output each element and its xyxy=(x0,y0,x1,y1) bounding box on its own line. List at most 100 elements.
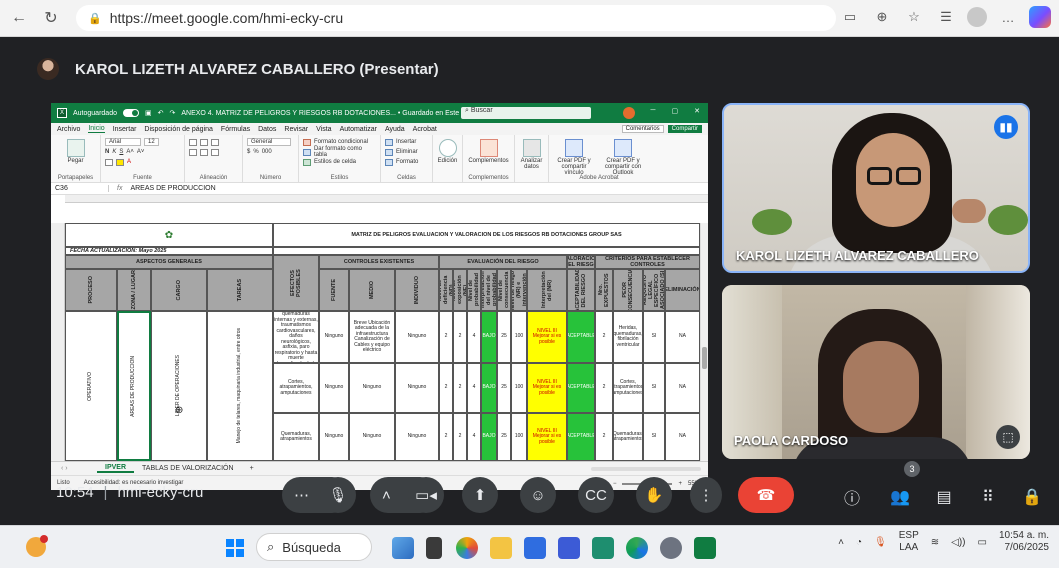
menu-disposicion[interactable]: Disposición de página xyxy=(144,126,213,133)
row2-ne[interactable]: 2 xyxy=(453,363,467,413)
taskbar-app-excel[interactable] xyxy=(694,537,716,559)
underline-icon[interactable]: S xyxy=(119,149,123,155)
menu-datos[interactable]: Datos xyxy=(258,126,276,133)
undo-icon[interactable]: ↶ xyxy=(158,109,164,117)
row1-elim[interactable]: NA xyxy=(665,311,700,363)
scroll-thumb[interactable] xyxy=(702,347,707,369)
captions-button[interactable]: CC xyxy=(578,477,614,513)
wrap-text-icon[interactable] xyxy=(211,138,219,146)
row3-interp-nr[interactable]: NIVEL III Mejorar si es posible xyxy=(527,413,567,461)
maximize-icon[interactable]: ▢ xyxy=(672,107,679,115)
row2-req[interactable]: SI xyxy=(643,363,665,413)
currency-icon[interactable]: $ xyxy=(247,149,250,155)
row1-interp-np[interactable]: BAJO xyxy=(481,311,497,363)
row1-acept[interactable]: ACEPTABLE xyxy=(567,311,595,363)
paste-icon[interactable] xyxy=(66,139,85,157)
present-button[interactable]: ⬆ xyxy=(462,477,498,513)
row3-efectos[interactable]: Quemaduras, atrapamientos xyxy=(273,413,319,461)
reload-icon[interactable]: ↻ xyxy=(38,5,64,31)
fill-color-icon[interactable] xyxy=(116,158,124,166)
favorite-icon[interactable]: ☆ xyxy=(903,6,925,28)
row2-efectos[interactable]: Cortes, atrapamientos, amputaciones xyxy=(273,363,319,413)
row3-nr[interactable]: 100 xyxy=(511,413,527,461)
collections-icon[interactable]: ☰ xyxy=(935,6,957,28)
autosave-toggle[interactable] xyxy=(122,109,139,117)
save-icon[interactable]: ▣ xyxy=(145,109,152,117)
row3-np[interactable]: 4 xyxy=(467,413,481,461)
menu-archivo[interactable]: Archivo xyxy=(57,126,80,133)
excel-search[interactable]: ⌕ Buscar xyxy=(461,107,591,119)
table-format-button[interactable]: Dar formato como tabla xyxy=(303,146,376,158)
row2-peor[interactable]: Cortes, atrapamientos, amputaciones xyxy=(613,363,643,413)
minimize-icon[interactable]: ─ xyxy=(651,107,656,115)
row2-nr[interactable]: 100 xyxy=(511,363,527,413)
row3-ne[interactable]: 2 xyxy=(453,413,467,461)
menu-revisar[interactable]: Revisar xyxy=(284,126,308,133)
row1-req[interactable]: SI xyxy=(643,311,665,363)
vertical-scrollbar[interactable] xyxy=(700,223,708,461)
menu-acrobat[interactable]: Acrobat xyxy=(413,126,437,133)
tray-chevron-icon[interactable]: ˄ xyxy=(838,537,844,548)
row2-interp-np[interactable]: BAJO xyxy=(481,363,497,413)
format-cells-button[interactable]: Formato xyxy=(385,157,428,167)
row3-medio[interactable]: Ninguno xyxy=(349,413,395,461)
pin-icon[interactable]: ⬚ xyxy=(996,425,1020,449)
font-color-icon[interactable]: A xyxy=(127,159,131,165)
row1-nc[interactable]: 25 xyxy=(497,311,511,363)
taskbar-search[interactable]: ⌕ Búsqueda xyxy=(256,533,372,561)
menu-inicio[interactable]: Inicio xyxy=(88,125,105,133)
row1-expuestos[interactable]: 2 xyxy=(595,311,613,363)
search-editing-icon[interactable] xyxy=(438,139,457,157)
battery-icon[interactable]: ▭ xyxy=(978,537,987,548)
microphone-button[interactable]: 🎙 xyxy=(320,477,356,513)
share-button[interactable]: Compartir xyxy=(667,125,702,133)
wifi-icon[interactable]: ≋ xyxy=(931,537,939,548)
row2-np[interactable]: 4 xyxy=(467,363,481,413)
redo-icon[interactable]: ↷ xyxy=(169,109,175,117)
addins-icon[interactable] xyxy=(479,139,498,157)
row1-peor[interactable]: Heridas, quemaduras, fibrilación ventric… xyxy=(613,311,643,363)
camera-button[interactable]: ▭◂ xyxy=(408,477,444,513)
people-button[interactable]: 👥 xyxy=(888,485,912,509)
font-grow-icon[interactable]: A˄ xyxy=(126,149,134,155)
row3-req[interactable]: SI xyxy=(643,413,665,461)
participant-tile-karol[interactable]: ▮▮ KAROL LIZETH ALVAREZ CABALLERO xyxy=(722,103,1030,273)
taskbar-app-taskview[interactable] xyxy=(426,537,442,559)
tray-microphone-icon[interactable]: 🎙 xyxy=(874,537,887,548)
italic-icon[interactable]: K xyxy=(112,149,116,155)
row3-acept[interactable]: ACEPTABLE xyxy=(567,413,595,461)
taskbar-app-copilot[interactable] xyxy=(456,537,478,559)
font-name-select[interactable]: Arial xyxy=(105,138,141,146)
profile-icon[interactable] xyxy=(967,7,987,27)
more-button[interactable]: ⋮ xyxy=(690,477,722,513)
participant-tile-paola[interactable]: PAOLA CARDOSO ⬚ xyxy=(722,285,1030,459)
clock[interactable]: 10:54 a. m. 7/06/2025 xyxy=(999,530,1049,554)
taskbar-app-teams[interactable] xyxy=(558,537,580,559)
delete-cells-button[interactable]: Eliminar xyxy=(385,147,428,157)
merged-proceso[interactable]: OPERATIVO xyxy=(65,311,117,461)
row1-np[interactable]: 4 xyxy=(467,311,481,363)
language-indicator[interactable]: ESP LAA xyxy=(899,530,919,554)
row1-interp-nr[interactable]: NIVEL III Mejorar si es posible xyxy=(527,311,567,363)
taskbar-app-calculator[interactable] xyxy=(592,537,614,559)
selected-cell-zona[interactable]: AREAS DE PRODUCCION xyxy=(117,311,151,461)
comments-button[interactable]: Comentarios xyxy=(621,125,664,133)
start-windows-icon[interactable] xyxy=(226,539,244,557)
taskbar-app-explorer[interactable] xyxy=(490,537,512,559)
cell-styles-button[interactable]: Estilos de celda xyxy=(303,157,376,167)
taskbar-app-edge[interactable] xyxy=(626,537,648,559)
row2-medio[interactable]: Ninguno xyxy=(349,363,395,413)
row2-fuente[interactable]: Ninguno xyxy=(319,363,349,413)
font-size-select[interactable]: 12 xyxy=(144,138,159,146)
cast-icon[interactable]: ▭ xyxy=(839,6,861,28)
pdf-outlook-button[interactable]: Crear PDF y compartir con Outlook xyxy=(601,137,645,176)
name-box[interactable]: C36 xyxy=(51,185,109,192)
more-icon[interactable]: … xyxy=(997,6,1019,28)
pdf-link-button[interactable]: Crear PDF y compartir vínculo xyxy=(553,137,595,176)
activities-button[interactable]: ⠿ xyxy=(976,485,1000,509)
host-controls-button[interactable]: 🔒 xyxy=(1020,485,1044,509)
align-left-icon[interactable] xyxy=(189,148,197,156)
row3-expuestos[interactable]: 2 xyxy=(595,413,613,461)
row3-fuente[interactable]: Ninguno xyxy=(319,413,349,461)
row1-nr[interactable]: 100 xyxy=(511,311,527,363)
